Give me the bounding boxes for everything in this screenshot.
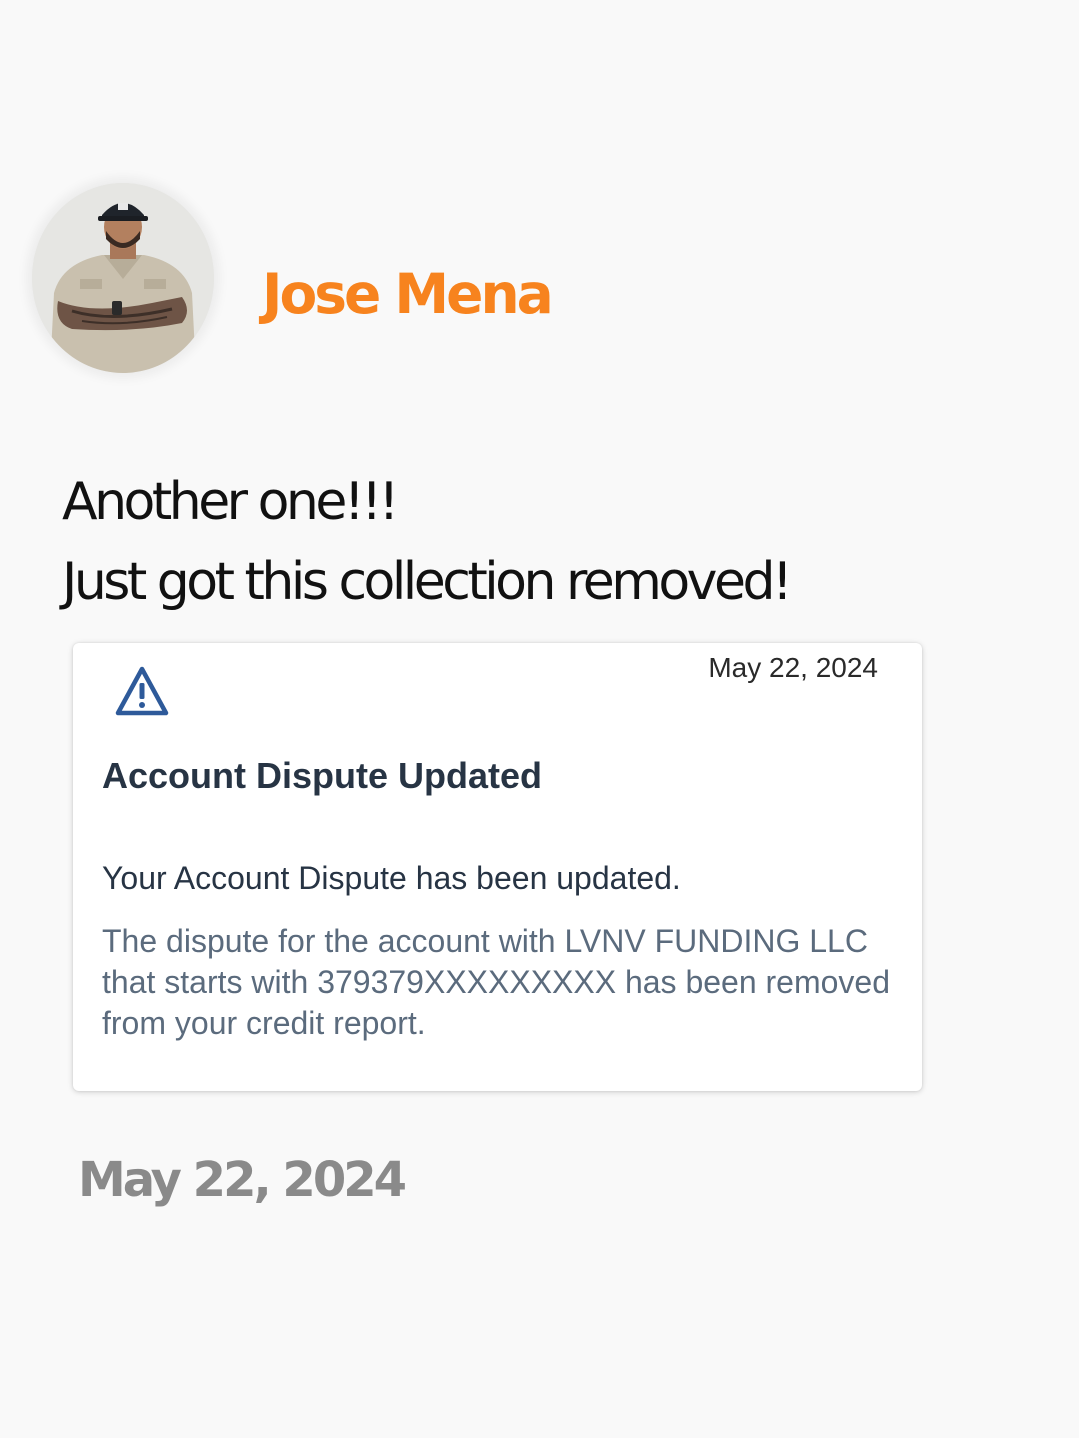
notification-subtitle: Your Account Dispute has been updated. <box>102 860 681 896</box>
author-avatar <box>32 183 214 373</box>
headline-line-2: Just got this collection removed! <box>62 552 793 612</box>
warning-triangle-icon <box>115 665 169 717</box>
post-headline: Another one!!! Just got this collection … <box>62 462 793 622</box>
headline-line-1: Another one!!! <box>62 472 399 532</box>
notification-card[interactable]: May 22, 2024 Account Dispute Updated You… <box>73 643 922 1091</box>
author-name: Jose Mena <box>262 262 554 326</box>
notification-date: May 22, 2024 <box>708 652 878 683</box>
notification-title: Account Dispute Updated <box>102 755 543 796</box>
notification-body: The dispute for the account with LVNV FU… <box>102 923 891 1041</box>
post-date: May 22, 2024 <box>78 1152 407 1208</box>
